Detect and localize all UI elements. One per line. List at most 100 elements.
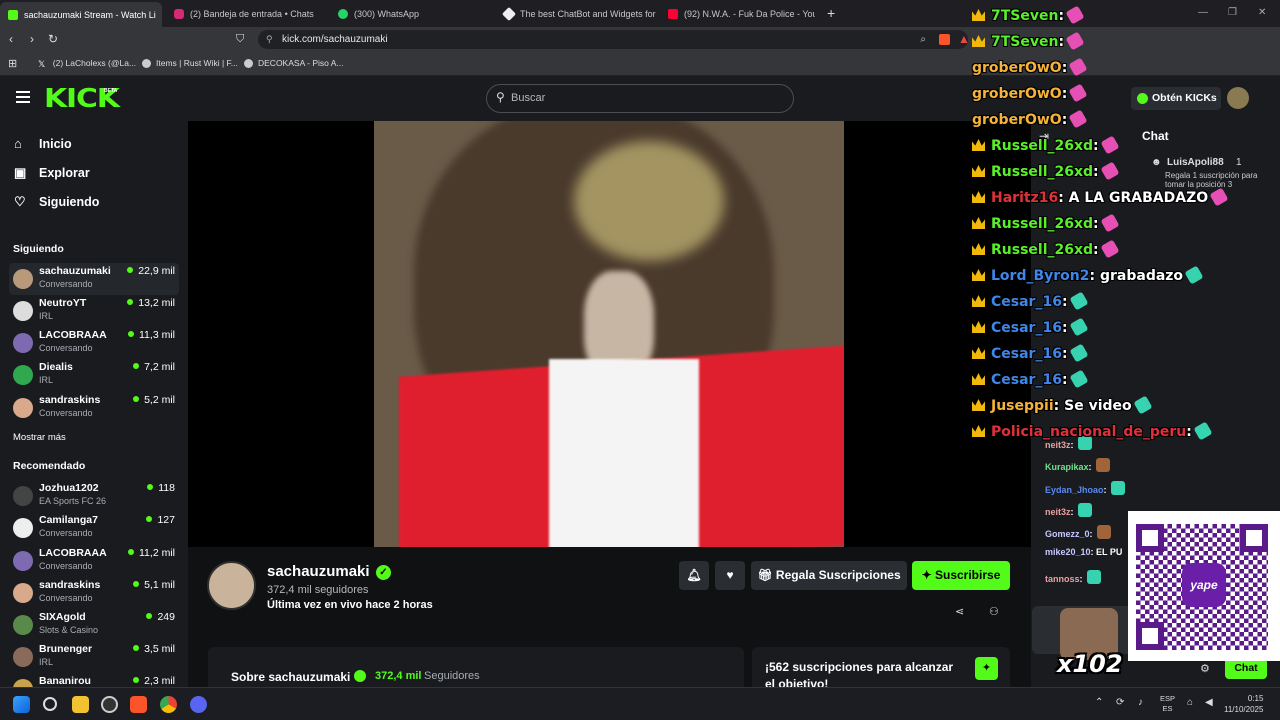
recommended-channel[interactable]: SIXAgold Slots & Casino 249 <box>9 609 179 641</box>
bookmark-rust-wiki[interactable]: Items | Rust Wiki | F... <box>142 58 238 68</box>
forward-icon[interactable]: › <box>30 32 34 46</box>
channel-category: Conversando <box>39 561 93 571</box>
overlay-text: : Se video <box>1053 398 1132 414</box>
nav-following[interactable]: ♡ Siguiendo <box>14 194 99 210</box>
recommended-channel[interactable]: Camilanga7 Conversando 127 <box>9 512 179 544</box>
gift-subs-button[interactable]: 🎁︎ Regala Suscripciones <box>751 561 907 590</box>
recommended-channel[interactable]: LACOBRAAA Conversando 11,2 mil <box>9 545 179 577</box>
bookmark-decokasa[interactable]: DECOKASA - Piso A... <box>244 58 344 68</box>
emote-icon <box>1068 57 1088 77</box>
alert-icon[interactable]: ▲ <box>958 32 970 46</box>
search-input[interactable]: ⚲ Buscar <box>486 84 794 113</box>
emote-icon <box>1209 187 1229 207</box>
channel-name: Diealis <box>39 361 73 373</box>
new-tab-icon[interactable]: + <box>827 6 835 20</box>
tab-instagram[interactable]: (2) Bandeja de entrada • Chats <box>166 4 326 24</box>
share-icon[interactable]: ⋖ <box>955 605 964 618</box>
avatar <box>13 679 33 687</box>
following-channel[interactable]: sachauzumaki Conversando 22,9 mil <box>9 263 179 295</box>
search-icon: ⚲ <box>496 90 505 104</box>
viewer-count: 13,2 mil <box>127 297 175 309</box>
tab-title: sachauzumaki Stream - Watch Li <box>24 9 156 20</box>
channel-name[interactable]: sachauzumaki <box>267 563 370 580</box>
channel-category: Conversando <box>39 593 93 603</box>
tab-whatsapp[interactable]: (300) WhatsApp <box>330 4 490 24</box>
emote-icon <box>1068 109 1088 129</box>
back-icon[interactable]: ‹ <box>9 32 13 46</box>
goal-star-icon[interactable]: ✦ <box>975 657 998 680</box>
recommended-channel[interactable]: sandraskins Conversando 5,1 mil <box>9 577 179 609</box>
chat-message: tannoss: <box>1045 570 1101 584</box>
obs-icon[interactable] <box>101 696 118 713</box>
network-icon[interactable]: ⌂ <box>1187 697 1193 708</box>
tab-youtube[interactable]: (92) N.W.A. - Fuk Da Police - YouTube <box>660 4 815 24</box>
crown-badge-icon <box>972 35 985 47</box>
compass-icon: ▣ <box>14 165 27 180</box>
channel-name: sandraskins <box>39 579 101 591</box>
brave-shield-icon[interactable] <box>939 34 950 45</box>
chat-text: : <box>1089 529 1093 539</box>
reload-icon[interactable]: ↻ <box>48 32 58 46</box>
site-info-icon[interactable]: ⚲ <box>266 30 273 49</box>
overlay-chat-line: Russell_26xd: <box>972 161 1120 181</box>
last-live: Última vez en vivo hace 2 horas <box>267 599 433 611</box>
notification-button[interactable]: 🔔︎ <box>679 561 709 590</box>
channel-name: Camilanga7 <box>39 514 98 526</box>
volume-icon[interactable]: ◀︎ <box>1205 697 1213 708</box>
overlay-text: : <box>1061 86 1068 102</box>
chat-user: Kurapikax <box>1045 462 1089 472</box>
recommended-channel[interactable]: Jozhua1202 EA Sports FC 26 118 <box>9 480 179 512</box>
report-user-icon[interactable]: ⚇ <box>989 605 999 618</box>
overlay-user: groberOwO <box>972 86 1062 102</box>
frame-blur-shape <box>574 141 724 261</box>
following-channel[interactable]: Diealis IRL 7,2 mil <box>9 359 179 391</box>
bookmark-x[interactable]: 𝕏 (2) LaCholexs (@La... <box>38 58 136 69</box>
nav-explore[interactable]: ▣ Explorar <box>14 165 90 181</box>
qr-finder <box>1136 524 1164 552</box>
following-channel[interactable]: sandraskins Conversando 5,2 mil <box>9 392 179 424</box>
following-channel[interactable]: LACOBRAAA Conversando 11,3 mil <box>9 327 179 359</box>
emote-icon <box>1065 5 1085 25</box>
url-field[interactable]: ⚲ kick.com/sachauzumaki ⌕ <box>258 30 968 49</box>
gift-subs-label: Regala Suscripciones <box>775 568 901 582</box>
emote-icon <box>1100 161 1120 181</box>
follow-button[interactable]: ♥ <box>715 561 745 590</box>
nav-home[interactable]: ⌂ Inicio <box>14 136 72 151</box>
microphone-icon[interactable]: ♪ <box>1138 697 1143 708</box>
tray-chevron-icon[interactable]: ⌃ <box>1095 697 1103 708</box>
bookmark-icon[interactable]: ⛉ <box>236 32 244 46</box>
tab-title: The best ChatBot and Widgets for Ki <box>520 9 656 19</box>
following-channel[interactable]: NeutroYT IRL 13,2 mil <box>9 295 179 327</box>
home-icon: ⌂ <box>14 136 22 151</box>
emote-icon <box>1065 31 1085 51</box>
recommended-channel[interactable]: Bananirou 2,3 mil <box>9 673 179 687</box>
tab-chatbot[interactable]: The best ChatBot and Widgets for Ki <box>496 4 656 24</box>
tab-kick[interactable]: sachauzumaki Stream - Watch Li ✕ <box>0 2 162 27</box>
chat-settings-icon[interactable]: ⚙ <box>1200 662 1210 675</box>
apps-grid-icon[interactable]: ⊞ <box>8 57 17 71</box>
recommended-title: Recomendado <box>13 460 86 472</box>
emote-icon <box>1068 343 1089 363</box>
search-icon[interactable] <box>43 697 57 711</box>
clock[interactable]: 0:15 11/10/2025 <box>1224 693 1263 715</box>
language-indicator[interactable]: ESP ES <box>1160 694 1175 714</box>
channel-avatar[interactable] <box>207 561 256 610</box>
file-explorer-icon[interactable] <box>72 696 89 713</box>
chrome-icon[interactable] <box>160 696 177 713</box>
chat-user: Gomezz_0 <box>1045 529 1090 539</box>
overlay-chat-line: Cesar_16: <box>972 291 1089 311</box>
discord-icon[interactable] <box>190 696 207 713</box>
windows-start-icon[interactable] <box>13 696 30 713</box>
chat-user: mike20_10 <box>1045 547 1091 557</box>
chat-text: : <box>1103 485 1107 495</box>
menu-icon[interactable] <box>16 91 30 103</box>
channel-name: Bananirou <box>39 675 91 687</box>
recommended-channel[interactable]: Brunenger IRL 3,5 mil <box>9 641 179 673</box>
show-more-link[interactable]: Mostrar más <box>13 432 66 443</box>
sync-icon[interactable]: ⟳ <box>1116 697 1124 708</box>
lang-layout: ES <box>1162 704 1173 713</box>
zoom-icon[interactable]: ⌕ <box>920 30 926 49</box>
subscribe-button[interactable]: ✦ Suscribirse <box>912 561 1010 590</box>
chat-message: neit3z: <box>1045 503 1092 517</box>
brave-icon[interactable] <box>130 696 147 713</box>
